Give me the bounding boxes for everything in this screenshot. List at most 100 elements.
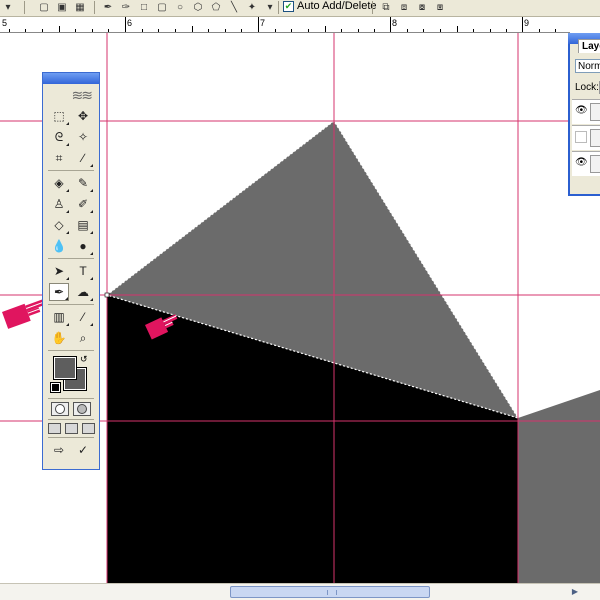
jump-to-imageready-icon[interactable]: ⇨ (49, 441, 69, 459)
layer-thumbnail (590, 129, 600, 147)
ruler-minor-tick (374, 29, 375, 32)
exclude-icon[interactable]: ⧆ (432, 0, 448, 14)
divider (48, 398, 94, 399)
subtract-icon[interactable]: ⧈ (396, 0, 412, 14)
layers-tab[interactable]: Laye (578, 39, 600, 53)
notes-tool-icon[interactable]: ▥ (49, 308, 69, 326)
ruler-minor-tick (92, 29, 93, 32)
magic-wand-tool-icon[interactable]: ✧ (73, 128, 93, 146)
path-selection-tool-icon[interactable]: ➤ (49, 262, 69, 280)
lock-label: Lock: (575, 82, 599, 93)
lasso-tool-icon[interactable]: ᘓ (49, 128, 69, 146)
slice-tool-icon[interactable]: ∕ (73, 149, 93, 167)
ruler-minor-tick (25, 29, 26, 32)
full-screen-menu-mode-icon[interactable] (64, 423, 78, 434)
zoom-tool-icon[interactable]: ⌕ (73, 329, 93, 347)
crop-tool-icon[interactable]: ⌗ (49, 149, 69, 167)
ruler-label: 8 (392, 18, 398, 28)
add-to-area-icon[interactable]: ⧉ (378, 0, 394, 14)
auto-add-delete-checkbox[interactable]: ✔ (283, 1, 294, 12)
full-screen-mode-icon[interactable] (81, 423, 95, 434)
separator (94, 1, 95, 14)
standard-mode-icon[interactable] (51, 402, 69, 416)
ruler-minor-tick (208, 29, 209, 32)
pen-icon[interactable]: ✒ (100, 0, 116, 14)
ruler-label: 9 (524, 18, 530, 28)
fill-pixels-icon[interactable]: ▦ (72, 0, 88, 14)
ruler-minor-tick (539, 29, 540, 32)
rectangle-icon[interactable]: □ (136, 0, 152, 14)
dropdown-arrow-icon[interactable]: ▾ (0, 0, 16, 14)
ruler-minor-tick (241, 29, 242, 32)
eyedropper-tool-icon[interactable]: ⁄ (73, 308, 93, 326)
eraser-tool-icon[interactable]: ◇ (49, 216, 69, 234)
paths-mode-icon[interactable]: ▣ (54, 0, 70, 14)
ruler-minor-tick (59, 26, 60, 32)
intersect-icon[interactable]: ⧇ (414, 0, 430, 14)
marquee-tool-icon[interactable]: ⬚ (49, 107, 69, 125)
foreground-color-swatch[interactable] (53, 356, 77, 380)
polygon-icon[interactable]: ⬡ (190, 0, 206, 14)
layer-row[interactable] (572, 125, 600, 150)
separator (372, 1, 373, 14)
ruler-minor-tick (42, 29, 43, 32)
ruler-minor-tick (341, 29, 342, 32)
pen-tool-icon[interactable]: ✒ (49, 283, 69, 301)
divider (48, 170, 94, 171)
layer-row[interactable]: 👁 (572, 99, 600, 124)
ruler-minor-tick (308, 29, 309, 32)
history-brush-tool-icon[interactable]: ✐ (73, 195, 93, 213)
divider (48, 437, 94, 438)
dodge-tool-icon[interactable]: ● (73, 237, 93, 255)
line-icon[interactable]: ╲ (226, 0, 242, 14)
rounded-rectangle-icon[interactable]: ▢ (154, 0, 170, 14)
ruler-minor-tick (9, 29, 10, 32)
blur-tool-icon[interactable]: 💧 (49, 237, 69, 255)
polygon-alt-icon[interactable]: ⬠ (208, 0, 224, 14)
scrollbar-thumb[interactable] (230, 586, 430, 598)
ruler-label: 6 (127, 18, 133, 28)
ruler-tick (258, 17, 259, 32)
jump-to-imageready-check-icon[interactable]: ✓ (73, 441, 93, 459)
scroll-right-arrow-icon[interactable]: ▶ (568, 586, 582, 598)
clone-stamp-tool-icon[interactable]: ♙ (49, 195, 69, 213)
ruler-minor-tick (555, 29, 556, 32)
separator (24, 1, 25, 14)
feather-logo-icon[interactable]: ≋≋ (43, 84, 99, 106)
freeform-pen-icon[interactable]: ✑ (118, 0, 134, 14)
ruler-minor-tick (275, 29, 276, 32)
swap-colors-icon[interactable]: ↺ (80, 354, 88, 365)
move-tool-icon[interactable]: ✥ (73, 107, 93, 125)
dropdown-arrow-icon[interactable]: ▾ (262, 0, 278, 14)
ruler-minor-tick (440, 29, 441, 32)
horizontal-ruler: 5 6 7 8 9 (0, 17, 570, 33)
ruler-label: 7 (260, 18, 266, 28)
default-colors-icon[interactable] (50, 382, 61, 393)
ruler-minor-tick (506, 29, 507, 32)
custom-shape-tool-icon[interactable]: ☁ (73, 283, 93, 301)
horizontal-scrollbar[interactable]: ▶ (0, 583, 600, 600)
type-tool-icon[interactable]: T (73, 262, 93, 280)
standard-screen-mode-icon[interactable] (47, 423, 61, 434)
blend-mode-select[interactable]: Norm (575, 59, 600, 73)
gradient-tool-icon[interactable]: ▤ (73, 216, 93, 234)
custom-shape-icon[interactable]: ✦ (244, 0, 260, 14)
ruler-minor-tick (358, 29, 359, 32)
layer-row[interactable]: 👁 (572, 151, 600, 176)
brush-tool-icon[interactable]: ✎ (73, 174, 93, 192)
tools-palette-titlebar[interactable] (43, 73, 99, 84)
ruler-minor-tick (423, 29, 424, 32)
ruler-minor-tick (108, 29, 109, 32)
eye-icon[interactable]: 👁 (575, 105, 588, 117)
divider (48, 419, 94, 420)
hand-tool-icon[interactable]: ✋ (49, 329, 69, 347)
eye-icon[interactable]: 👁 (575, 157, 588, 169)
ruler-tick (125, 17, 126, 32)
healing-brush-tool-icon[interactable]: ◈ (49, 174, 69, 192)
eye-hidden-box[interactable] (575, 131, 587, 143)
shape-layers-icon[interactable]: ▢ (36, 0, 52, 14)
quick-mask-mode-icon[interactable] (73, 402, 91, 416)
ruler-label: 5 (2, 18, 8, 28)
anchor-point[interactable] (104, 292, 110, 298)
ellipse-icon[interactable]: ○ (172, 0, 188, 14)
